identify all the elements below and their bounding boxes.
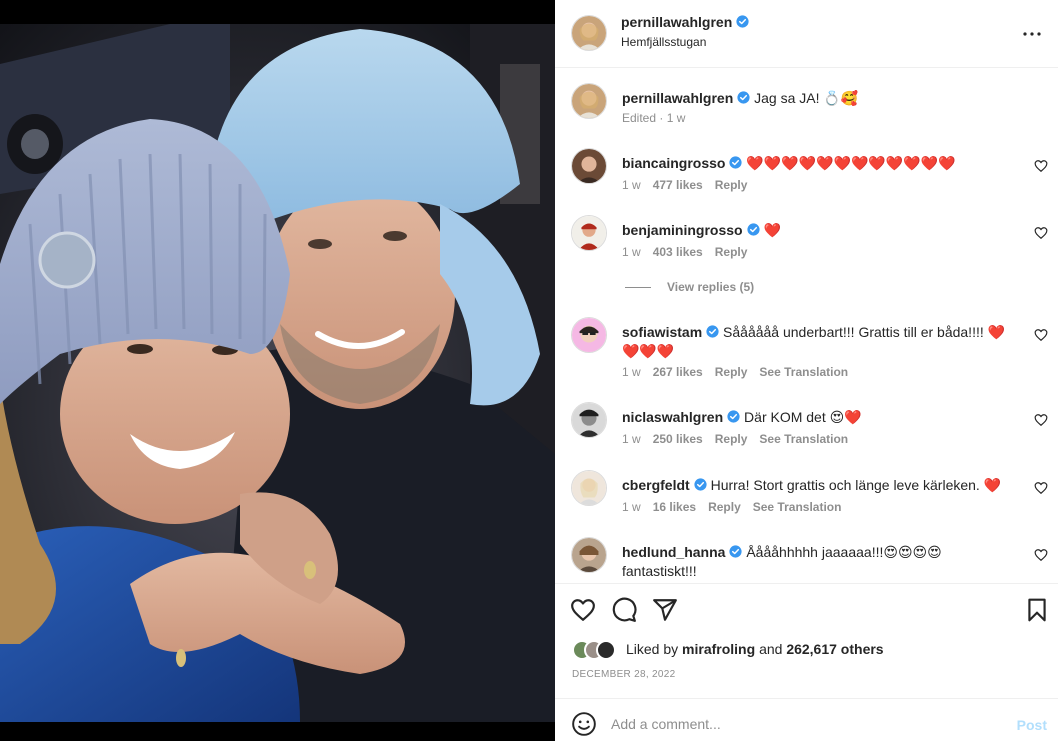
caption-username[interactable]: pernillawahlgren xyxy=(622,90,733,106)
post-comment-button[interactable]: Post xyxy=(1017,717,1047,733)
comment-body: niclaswahlgren Där KOM det 😍❤️ xyxy=(622,408,1018,427)
commenter-avatar[interactable] xyxy=(571,402,607,438)
emoji-smiley-icon[interactable] xyxy=(571,711,597,737)
commenter-avatar[interactable] xyxy=(571,215,607,251)
comments-list[interactable]: pernillawahlgren Jag sa JA! 💍🥰 Edited · … xyxy=(555,68,1058,583)
post-date[interactable]: DECEMBER 28, 2022 xyxy=(572,669,675,680)
verified-badge-icon xyxy=(729,156,743,169)
post-photo-illustration xyxy=(0,24,555,722)
comment-likes[interactable]: 250 likes xyxy=(653,432,703,446)
comment-username[interactable]: cbergfeldt xyxy=(622,477,690,493)
comment-username[interactable]: biancaingrosso xyxy=(622,155,725,171)
liked-by-others[interactable]: 262,617 others xyxy=(786,641,883,657)
header-username[interactable]: pernillawahlgren xyxy=(621,14,732,30)
post-photo-pane xyxy=(0,0,555,741)
more-options-icon[interactable] xyxy=(1020,22,1044,46)
post-header: pernillawahlgren Hemfjällsstugan xyxy=(555,0,1058,68)
header-author-line: pernillawahlgren xyxy=(621,14,749,32)
comment-meta: 1 w 250 likes Reply See Translation xyxy=(622,432,860,446)
save-bookmark-icon[interactable] xyxy=(1024,597,1050,623)
verified-badge-icon xyxy=(746,223,760,236)
view-replies-button[interactable]: View replies (5) xyxy=(625,280,754,294)
see-translation-button[interactable]: See Translation xyxy=(759,365,848,379)
comment-like-heart-icon[interactable] xyxy=(1034,226,1048,240)
author-avatar[interactable] xyxy=(571,15,607,51)
comment-body: biancaingrosso ❤️❤️❤️❤️❤️❤️❤️❤️❤️❤️❤️❤️ xyxy=(622,154,1018,173)
comment-likes[interactable]: 403 likes xyxy=(653,245,703,259)
see-translation-button[interactable]: See Translation xyxy=(753,500,842,514)
see-translation-button[interactable]: See Translation xyxy=(759,432,848,446)
reply-button[interactable]: Reply xyxy=(715,432,748,446)
view-replies-label: View replies (5) xyxy=(667,280,755,294)
reply-button[interactable]: Reply xyxy=(715,365,748,379)
comment-meta: 1 w 403 likes Reply xyxy=(622,245,759,259)
comment-like-heart-icon[interactable] xyxy=(1034,413,1048,427)
post-side-panel: pernillawahlgren Hemfjällsstugan pernill… xyxy=(555,0,1058,741)
header-location[interactable]: Hemfjällsstugan xyxy=(621,35,706,49)
comment-likes[interactable]: 267 likes xyxy=(653,365,703,379)
verified-badge-icon xyxy=(729,545,743,558)
caption-body: pernillawahlgren Jag sa JA! 💍🥰 xyxy=(622,89,1018,108)
liked-by-text: Liked by mirafroling and 262,617 others xyxy=(626,641,884,657)
verified-badge-icon xyxy=(706,325,719,338)
comment-body: benjaminingrosso ❤️ xyxy=(622,221,1018,240)
comment-like-heart-icon[interactable] xyxy=(1034,159,1048,173)
comment-text: Där KOM det 😍❤️ xyxy=(744,409,862,425)
comment-like-heart-icon[interactable] xyxy=(1034,548,1048,562)
like-heart-icon[interactable] xyxy=(570,597,596,623)
comment-likes[interactable]: 477 likes xyxy=(653,178,703,192)
liked-by-user[interactable]: mirafroling xyxy=(682,641,755,657)
share-paper-plane-icon[interactable] xyxy=(652,597,678,623)
comment-meta: 1 w 477 likes Reply xyxy=(622,178,759,192)
comment-time: 1 w xyxy=(622,500,641,514)
liker-avatar xyxy=(596,640,616,660)
add-comment-input[interactable] xyxy=(611,713,991,735)
comment-username[interactable]: benjaminingrosso xyxy=(622,222,743,238)
post-actions: Liked by mirafroling and 262,617 others … xyxy=(555,583,1058,741)
caption-avatar[interactable] xyxy=(571,83,607,119)
comment-meta: 1 w 267 likes Reply See Translation xyxy=(622,365,860,379)
comment-bubble-icon[interactable] xyxy=(611,597,637,623)
comment-time: 1 w xyxy=(622,245,641,259)
comment-like-heart-icon[interactable] xyxy=(1034,328,1048,342)
comment-body: hedlund_hanna Ååååhhhhh jaaaaaa!!!😍😍😍😍 f… xyxy=(622,543,1018,581)
comment-text: ❤️❤️❤️❤️❤️❤️❤️❤️❤️❤️❤️❤️ xyxy=(746,155,956,171)
reply-button[interactable]: Reply xyxy=(715,245,748,259)
view-replies-line xyxy=(625,287,651,289)
commenter-avatar[interactable] xyxy=(571,148,607,184)
liked-by-prefix: Liked by xyxy=(626,641,679,657)
comment-username[interactable]: niclaswahlgren xyxy=(622,409,723,425)
commenter-avatar[interactable] xyxy=(571,537,607,573)
commenter-avatar[interactable] xyxy=(571,470,607,506)
liked-by-avatars[interactable] xyxy=(572,640,622,660)
add-comment-bar: Post xyxy=(555,698,1058,741)
comment-username[interactable]: sofiawistam xyxy=(622,324,702,340)
reply-button[interactable]: Reply xyxy=(708,500,741,514)
comment-likes[interactable]: 16 likes xyxy=(653,500,696,514)
verified-badge-icon xyxy=(727,410,740,423)
comment-meta: 1 w 16 likes Reply See Translation xyxy=(622,500,853,514)
comment-text: ❤️ xyxy=(763,222,781,238)
reply-button[interactable]: Reply xyxy=(715,178,748,192)
liked-by-and: and xyxy=(759,641,783,657)
verified-badge-icon xyxy=(737,91,750,104)
verified-badge-icon xyxy=(694,478,707,491)
post-photo[interactable] xyxy=(0,24,555,722)
comment-like-heart-icon[interactable] xyxy=(1034,481,1048,495)
comment-time: 1 w xyxy=(622,432,641,446)
comment-body: sofiawistam Såååååå underbart!!! Grattis… xyxy=(622,323,1018,361)
comment-body: cbergfeldt Hurra! Stort grattis och läng… xyxy=(622,476,1018,495)
comment-time: 1 w xyxy=(622,365,641,379)
caption-meta: Edited · 1 w xyxy=(622,111,686,125)
comment-username[interactable]: hedlund_hanna xyxy=(622,544,725,560)
verified-badge-icon xyxy=(736,15,749,28)
comment-time: 1 w xyxy=(622,178,641,192)
caption-text: Jag sa JA! 💍🥰 xyxy=(754,90,859,106)
comment-text: Hurra! Stort grattis och länge leve kärl… xyxy=(710,477,1002,493)
commenter-avatar[interactable] xyxy=(571,317,607,353)
